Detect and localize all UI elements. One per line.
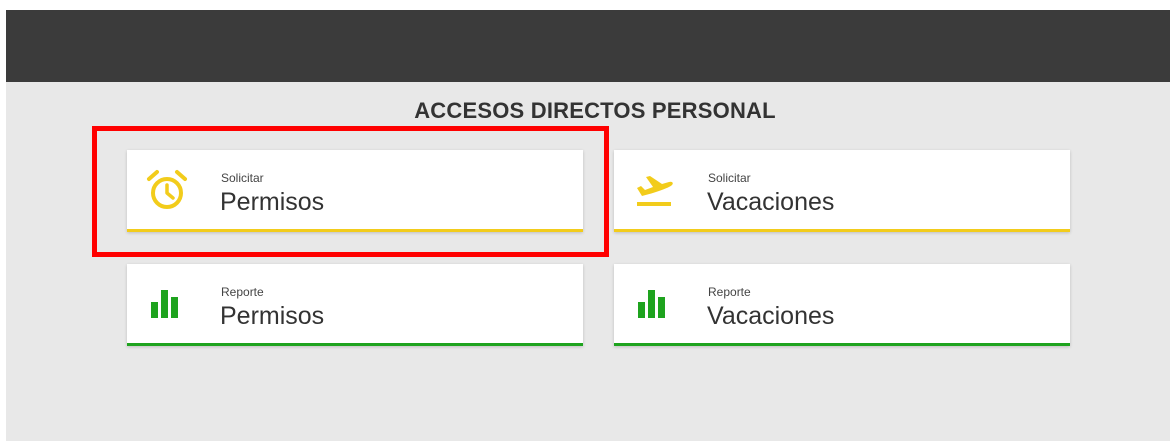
- card-title: Permisos: [220, 188, 325, 216]
- card-subtitle: Reporte: [708, 285, 751, 299]
- card-subtitle: Solicitar: [708, 171, 751, 185]
- card-title: Vacaciones: [707, 188, 835, 216]
- top-bar: [6, 10, 1170, 82]
- card-title: Permisos: [220, 302, 325, 330]
- card-subtitle: Reporte: [221, 285, 264, 299]
- card-title: Vacaciones: [707, 302, 835, 330]
- card-reporte-vacaciones[interactable]: Reporte Vacaciones: [614, 264, 1070, 346]
- bar-chart-icon: [145, 282, 189, 326]
- airplane-takeoff-icon: [632, 168, 676, 212]
- card-solicitar-permisos[interactable]: Solicitar Permisos: [127, 150, 583, 232]
- card-subtitle: Solicitar: [221, 171, 264, 185]
- alarm-clock-icon: [145, 168, 189, 212]
- card-reporte-permisos[interactable]: Reporte Permisos: [127, 264, 583, 346]
- bar-chart-icon: [632, 282, 676, 326]
- page-title: ACCESOS DIRECTOS PERSONAL: [414, 98, 776, 123]
- card-solicitar-vacaciones[interactable]: Solicitar Vacaciones: [614, 150, 1070, 232]
